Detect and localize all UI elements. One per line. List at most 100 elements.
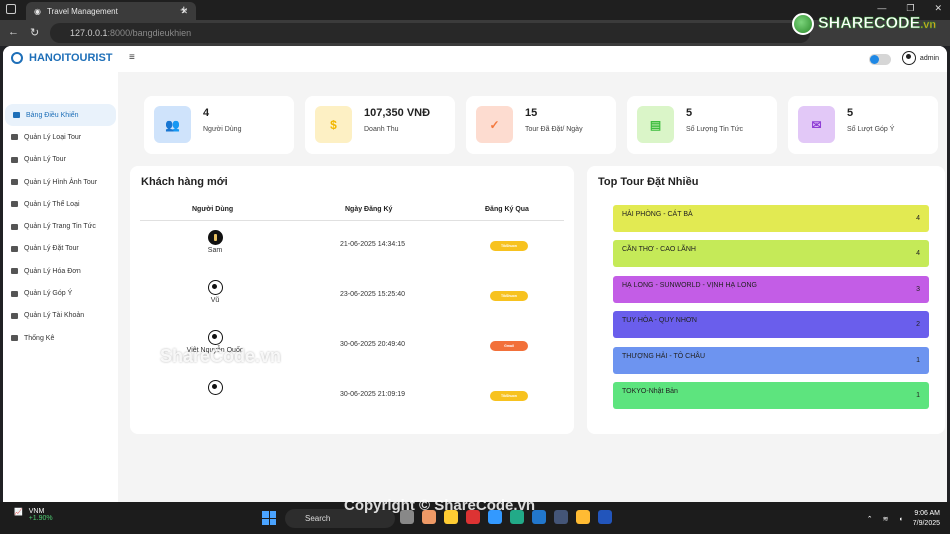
stat-label: Số Lượng Tin Tức — [686, 126, 744, 133]
sidebar-home-icon — [13, 112, 20, 119]
tour-name: HẠ LONG - SUNWORLD - VỊNH HẠ LONG — [622, 281, 757, 289]
clock-time: 9:06 AM — [914, 510, 940, 517]
table-row: Vũ 23-06-2025 15:25:40 TikShuon — [130, 278, 574, 328]
sharecode-logo: SHARECODE.vn — [792, 4, 942, 44]
app-icon-5[interactable] — [554, 510, 568, 524]
copyright-watermark: Copyright © ShareCode.vn — [344, 497, 536, 514]
sidebar-item-label: Bảng Điều Khiển — [26, 111, 79, 119]
tour-item[interactable]: TOKYO-Nhật Bản 1 — [613, 382, 929, 409]
tab-favicon-icon: ◉ — [34, 6, 41, 16]
tour-count: 2 — [916, 321, 920, 329]
customer-avatar — [207, 330, 223, 345]
stat-value: 5 — [686, 107, 693, 119]
sharecode-logo-icon — [792, 13, 814, 35]
source-badge: Gmail — [490, 341, 528, 351]
source-badge: TikShuon — [490, 391, 528, 401]
customer-name: Vũ — [210, 297, 220, 304]
customer-avatar — [207, 280, 223, 295]
url-host: 127.0.0.1 — [70, 28, 108, 38]
tour-item[interactable]: TUY HÒA - QUY NHƠN 2 — [613, 311, 929, 339]
sidebar-item-label: Quản Lý Đặt Tour — [24, 245, 79, 253]
table-row: Sam 21-06-2025 14:34:15 TikShuon — [130, 228, 574, 278]
tour-count: 1 — [916, 392, 920, 399]
sidebar-news-icon — [11, 223, 18, 230]
chrome-icon[interactable] — [576, 510, 590, 524]
menu-toggle-icon[interactable]: ≡ — [129, 52, 135, 63]
sidebar-image-icon — [11, 179, 18, 186]
sidebar-menu: Bảng Điều Khiển Quản Lý Loại Tour Quản Lý … — [3, 72, 118, 349]
brand[interactable]: HANOITOURIST — [11, 52, 113, 64]
back-icon[interactable]: ← — [8, 26, 19, 38]
customer-avatar — [207, 230, 223, 245]
tour-name: HẢI PHÒNG - CÁT BÀ — [622, 211, 693, 218]
word-icon[interactable] — [598, 510, 612, 524]
customer-cell — [160, 380, 270, 397]
customer-date: 21-06-2025 14:34:15 — [340, 241, 405, 248]
volume-icon[interactable]: ◖ — [899, 516, 903, 523]
tour-count: 3 — [916, 285, 920, 293]
customer-cell: Vũ — [160, 280, 270, 304]
stat-label: Người Dùng — [203, 126, 242, 133]
stat-label: Doanh Thu — [364, 126, 399, 133]
sidebar-item-2[interactable]: Quản Lý Tour — [3, 149, 118, 171]
user-menu[interactable]: admin — [901, 51, 939, 65]
address-bar[interactable]: 127.0.0.1:8000/bangdieukhien — [50, 23, 810, 43]
sidebar-user-icon — [11, 312, 18, 319]
customer-cell: Sam — [160, 230, 270, 254]
browser-tab[interactable]: ◉ Travel Management ✕ — [26, 2, 196, 20]
customer-name: Sam — [207, 247, 223, 254]
source-badge: TikShuon — [490, 241, 528, 251]
app-page: HANOITOURIST ≡ admin Bảng Điều Khiển Quản… — [3, 46, 947, 502]
tour-item[interactable]: HẢI PHÒNG - CÁT BÀ 4 — [613, 205, 929, 232]
system-tray: ⌃ ≋ ◖ 9:06 AM 7/9/2025 — [867, 509, 940, 529]
sidebar-item-9[interactable]: Quản Lý Tài Khoản — [3, 305, 118, 327]
tab-title: Travel Management — [46, 6, 118, 16]
avatar — [901, 51, 916, 65]
stat-value: 15 — [525, 107, 538, 119]
sidebar-item-8[interactable]: Quản Lý Góp Ý — [3, 282, 118, 304]
sidebar-item-1[interactable]: Quản Lý Loại Tour — [3, 126, 118, 148]
start-icon[interactable] — [262, 511, 276, 525]
user-name: admin — [919, 54, 939, 62]
new-tab-icon[interactable]: + — [180, 2, 188, 17]
theme-toggle[interactable] — [869, 54, 891, 65]
tour-item[interactable]: THƯỢNG HẢI - TÔ CHÂU 1 — [613, 346, 929, 374]
stock-ticker: VNM — [28, 508, 45, 515]
col-header-date: Ngày Đăng Ký — [345, 206, 393, 213]
stat-value: 4 — [203, 107, 210, 119]
chevron-up-icon[interactable]: ⌃ — [867, 515, 873, 523]
stat-label: Tour Đã Đặt/ Ngày — [525, 126, 583, 133]
stock-widget[interactable]: 📈 VNM +1.90% — [14, 508, 53, 522]
reload-icon[interactable]: ↻ — [30, 26, 39, 39]
sidebar-item-5[interactable]: Quản Lý Trang Tin Tức — [3, 215, 118, 237]
stat-label: Số Lượt Góp Ý — [847, 126, 895, 133]
tour-count: 1 — [916, 356, 920, 364]
customer-date: 23-06-2025 15:25:40 — [340, 291, 405, 298]
sidebar-item-7[interactable]: Quản Lý Hóa Đơn — [3, 260, 118, 282]
sidebar-item-label: Quản Lý Hóa Đơn — [24, 267, 81, 275]
sidebar-item-label: Quản Lý Góp Ý — [24, 290, 73, 298]
sidebar-calendar-icon — [11, 156, 18, 163]
sidebar-item-label: Quản Lý Hình Ảnh Tour — [24, 178, 98, 186]
stat-card: ▤ 5 Số Lượng Tin Tức — [627, 96, 777, 154]
clock[interactable]: 9:06 AM 7/9/2025 — [913, 509, 940, 529]
tour-item[interactable]: HẠ LONG - SUNWORLD - VỊNH HẠ LONG 3 — [613, 275, 929, 303]
stat-card: ✓ 15 Tour Đã Đặt/ Ngày — [466, 96, 616, 154]
sidebar-item-3[interactable]: Quản Lý Hình Ảnh Tour — [3, 171, 118, 193]
users-icon: 👥 — [154, 106, 191, 143]
tour-name: TOKYO-Nhật Bản — [622, 388, 678, 395]
sidebar-item-10[interactable]: Thống Kê — [3, 327, 118, 349]
tour-item[interactable]: CẦN THƠ - CAO LÃNH 4 — [613, 240, 929, 268]
sidebar-item-6[interactable]: Quản Lý Đặt Tour — [3, 238, 118, 260]
message-icon: ✉ — [798, 106, 835, 143]
sidebar-list-icon — [11, 134, 18, 141]
sidebar-invoice-icon — [11, 268, 18, 275]
customer-date: 30-06-2025 21:09:19 — [340, 391, 405, 398]
window-menu-icon[interactable] — [6, 4, 16, 14]
sidebar-item-4[interactable]: Quản Lý Thể Loại — [3, 193, 118, 215]
top-tours-card: Top Tour Đặt Nhiều HẢI PHÒNG - CÁT BÀ 4 CẦ… — [587, 166, 945, 434]
calendar-check-icon: ✓ — [476, 106, 513, 143]
wifi-icon[interactable]: ≋ — [883, 515, 889, 523]
top-tours-title: Top Tour Đặt Nhiều — [598, 176, 699, 188]
sidebar-item-0[interactable]: Bảng Điều Khiển — [5, 104, 116, 127]
